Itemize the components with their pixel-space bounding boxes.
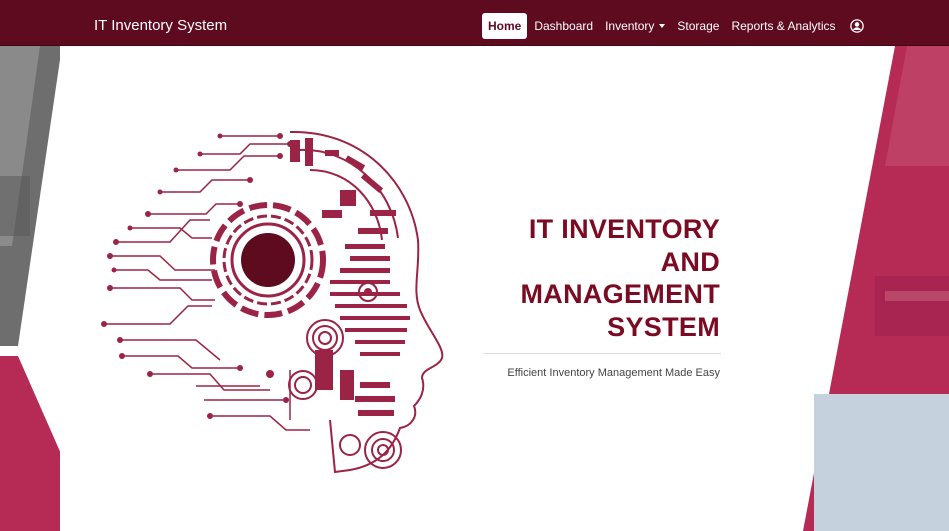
nav-home[interactable]: Home [482,13,528,39]
hero-title-line: AND [660,246,720,277]
hero-subtitle: Efficient Inventory Management Made Easy [507,367,720,379]
hero-title-line: IT INVENTORY [528,214,720,244]
hero-divider [484,353,721,354]
page: IT Inventory System Home Dashboard Inven… [0,0,949,531]
nav-reports-analytics[interactable]: Reports & Analytics [725,13,841,39]
nav-inventory[interactable]: Inventory [599,13,671,39]
user-circle-icon[interactable] [849,19,864,33]
background-left-panel [0,46,60,531]
gray-panel [814,394,949,531]
caret-down-icon [659,24,666,28]
nav-inventory-label: Inventory [605,19,655,33]
hero-title: IT INVENTORY AND MANAGEMENT SYSTEM [400,213,720,343]
nav-storage[interactable]: Storage [671,13,725,39]
brand-link[interactable]: IT Inventory System [94,17,227,35]
nav-dashboard[interactable]: Dashboard [528,13,599,39]
hero-title-line: SYSTEM [607,311,720,342]
hero-title-line: MANAGEMENT [520,279,720,309]
nav-menu: Home Dashboard Inventory Storage Reports… [482,13,864,39]
navbar: IT Inventory System Home Dashboard Inven… [0,0,949,46]
